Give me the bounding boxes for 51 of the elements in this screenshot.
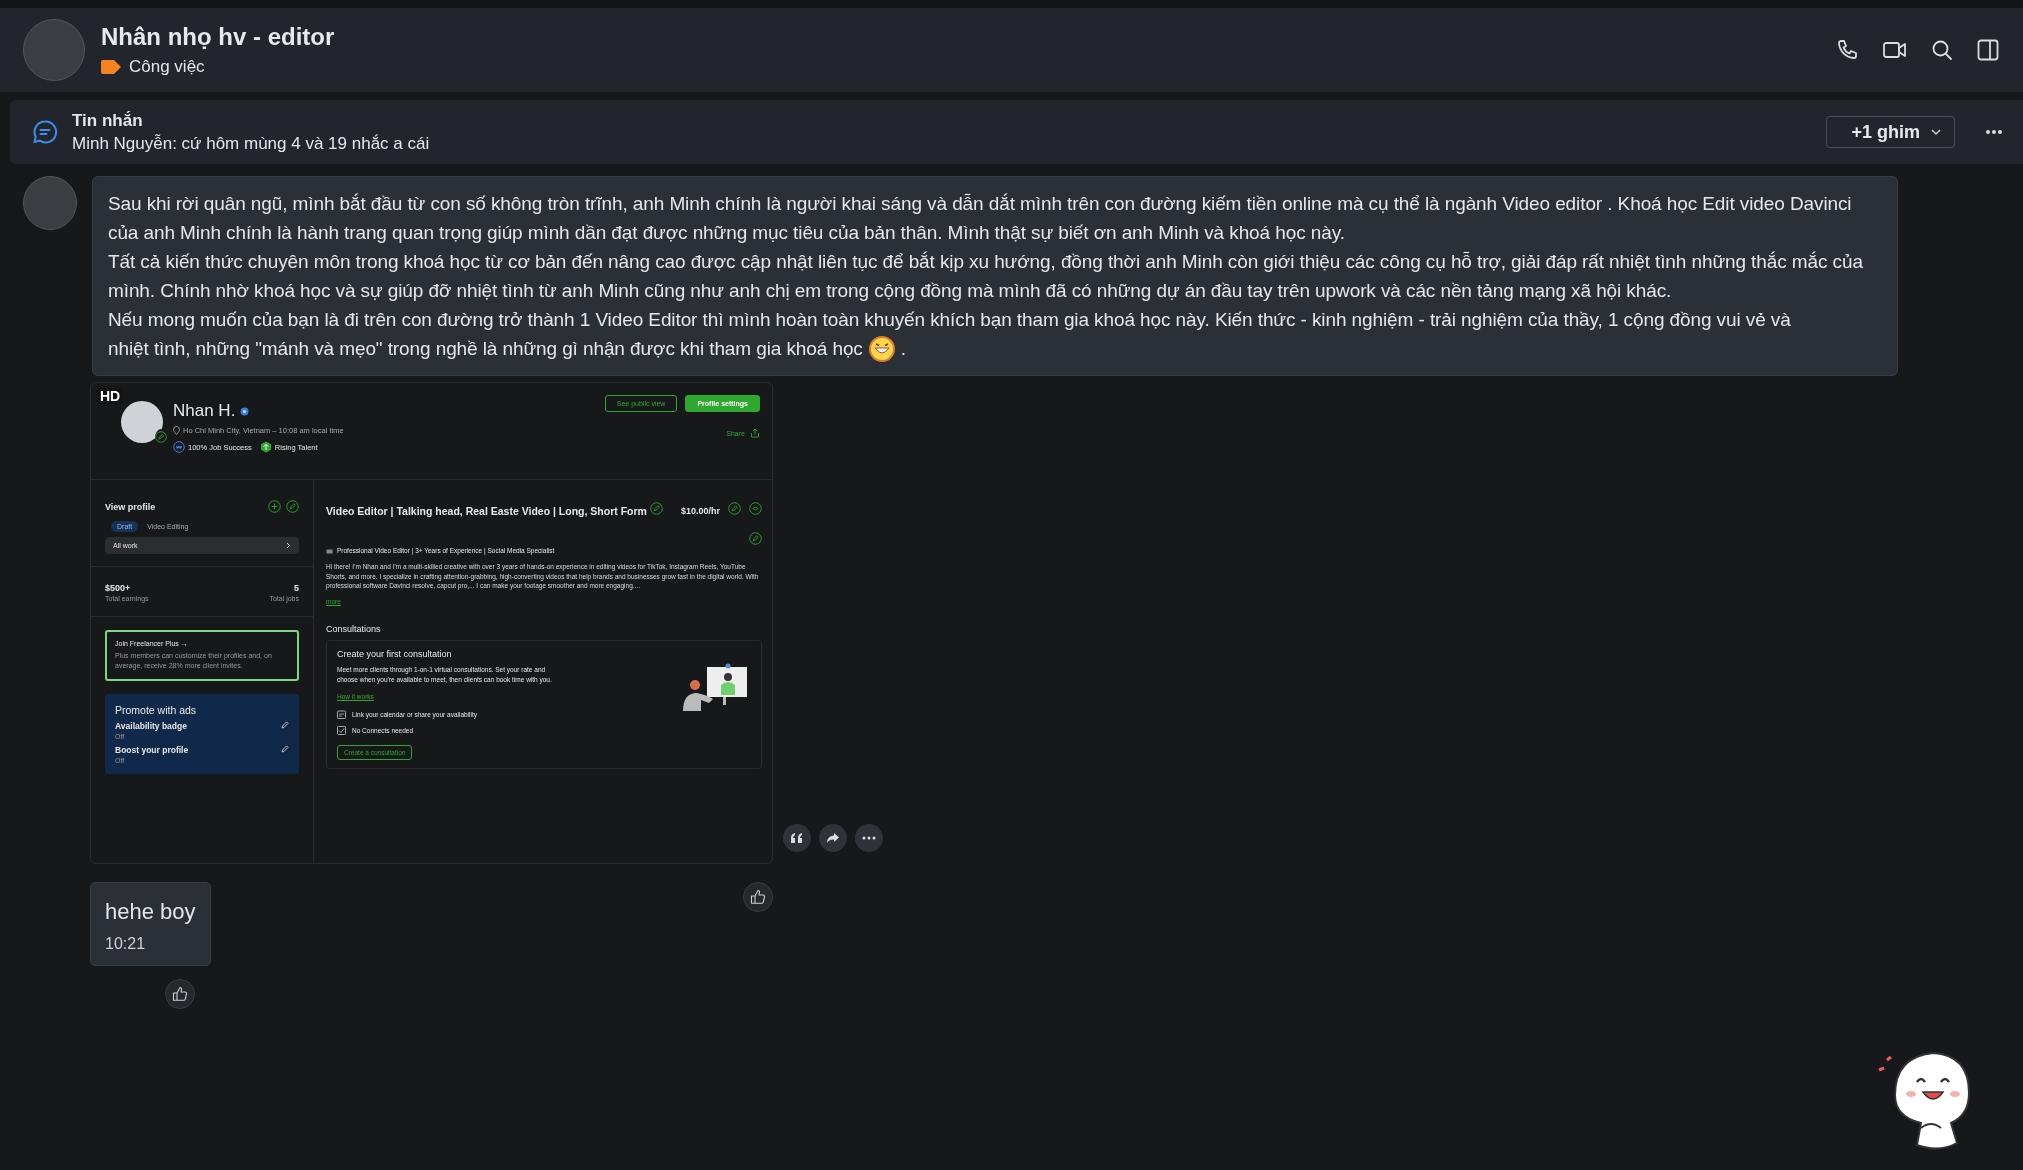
pinned-message[interactable]: Minh Nguyễn: cứ hôm mùng 4 và 19 nhắc a cái <box>72 133 430 154</box>
conversation-tag: Công việc <box>129 57 205 77</box>
plus-circle-icon[interactable] <box>268 500 281 513</box>
share-icon[interactable] <box>750 428 760 438</box>
jobs-value: 5 <box>293 583 299 593</box>
message-text: hehe boy <box>105 899 196 925</box>
side-panel-icon[interactable] <box>1976 38 2000 62</box>
quote-icon[interactable] <box>783 824 811 852</box>
pencil-icon[interactable] <box>281 744 289 753</box>
arrow-up-badge-icon <box>259 441 272 453</box>
hd-badge: HD <box>97 388 124 404</box>
sender-avatar <box>23 176 77 230</box>
verified-icon <box>240 406 250 416</box>
message-text: . <box>900 337 906 361</box>
calendar-icon <box>337 709 346 719</box>
conversation-title: Nhân nhọ hv - editor <box>101 23 335 51</box>
more-options-icon[interactable] <box>1985 129 2003 135</box>
message-text: nhiệt tình, những "mánh và mẹo" trong nghề là những gì nhận được khi tham gia khoá học <box>108 337 863 361</box>
hourly-rate: $10.00/hr <box>680 506 720 516</box>
profile-name: Nhan H. <box>173 401 236 421</box>
phone-icon[interactable] <box>1836 38 1860 62</box>
like-button[interactable] <box>165 979 195 1009</box>
view-profile-heading: View profile <box>105 501 157 512</box>
chevron-right-icon[interactable] <box>286 542 291 549</box>
message-text: Nếu mong muốn của bạn là đi trên con đường trở thành 1 Video Editor thì mình hoàn toàn khuyến khích bạn tham gia khoá học này. Kiến thức - kinh nghiệm - trải nghiệm của thầy, 1 cộng đồng vui vẻ và <box>108 308 1792 332</box>
search-icon[interactable] <box>1930 38 1954 62</box>
crown-badge-icon <box>173 441 185 453</box>
message-time: 10:21 <box>105 935 147 953</box>
consultation-title: Create your first consultation <box>337 649 453 660</box>
pencil-circle-icon[interactable] <box>155 431 167 443</box>
thumbs-up-icon[interactable] <box>172 986 188 1002</box>
grinning-emoji-icon <box>868 335 895 362</box>
chevron-down-icon[interactable] <box>1930 128 1942 136</box>
promote-option: Availability badge <box>115 720 281 731</box>
profile-title: Video Editor | Talking head, Real Easte Video | Long, Short Form <box>326 505 647 517</box>
pinned-label: Tin nhắn <box>72 110 144 131</box>
message-text: Tất cả kiến thức chuyên môn trong khoá học từ cơ bản đến nâng cao được cập nhật liên tục để bắt kịp xu hướng, đồng thời anh Minh còn giới thiệu các công cụ hỗ trợ, giải đáp rất nhiệt tình những thắc mắc của mình. Chính nhờ khoá học và sự giúp đỡ nhiệt tình từ anh Minh cũng như anh chị em trong cộng đồng mà mình đã có những dự án đầu tay trên upwork và các nền tảng mạng xã hội khác. <box>108 250 1864 303</box>
message-text: Sau khi rời quân ngũ, mình bắt đầu từ con số không tròn trĩnh, anh Minh chính là người khai sáng và dẫn dắt mình trên con đường kiếm tiền online mà cụ thể là ngành Video editor . Khoá học Edit video Davinci của anh Minh chính là hành trang quan trọng giúp mình dần đạt được những mục tiêu của bản thân. Mình thật sự biết ơn anh Minh và khoá học này. <box>108 192 1853 245</box>
like-button[interactable] <box>743 882 773 912</box>
pencil-icon[interactable] <box>281 720 289 729</box>
thumbs-up-icon[interactable] <box>750 889 766 905</box>
chat-bubble-icon <box>32 119 58 145</box>
more-pins-button[interactable]: +1 ghim <box>1826 116 1955 148</box>
consultations-heading: Consultations <box>326 624 382 635</box>
promote-option: Boost your profile <box>115 744 281 755</box>
checkbox-icon <box>337 725 346 735</box>
location-pin-icon <box>173 426 180 435</box>
promote-heading: Promote with ads <box>115 703 198 716</box>
eye-circle-icon[interactable] <box>749 502 762 515</box>
forward-icon[interactable] <box>819 824 847 852</box>
earnings-value: $500+ <box>105 583 132 593</box>
